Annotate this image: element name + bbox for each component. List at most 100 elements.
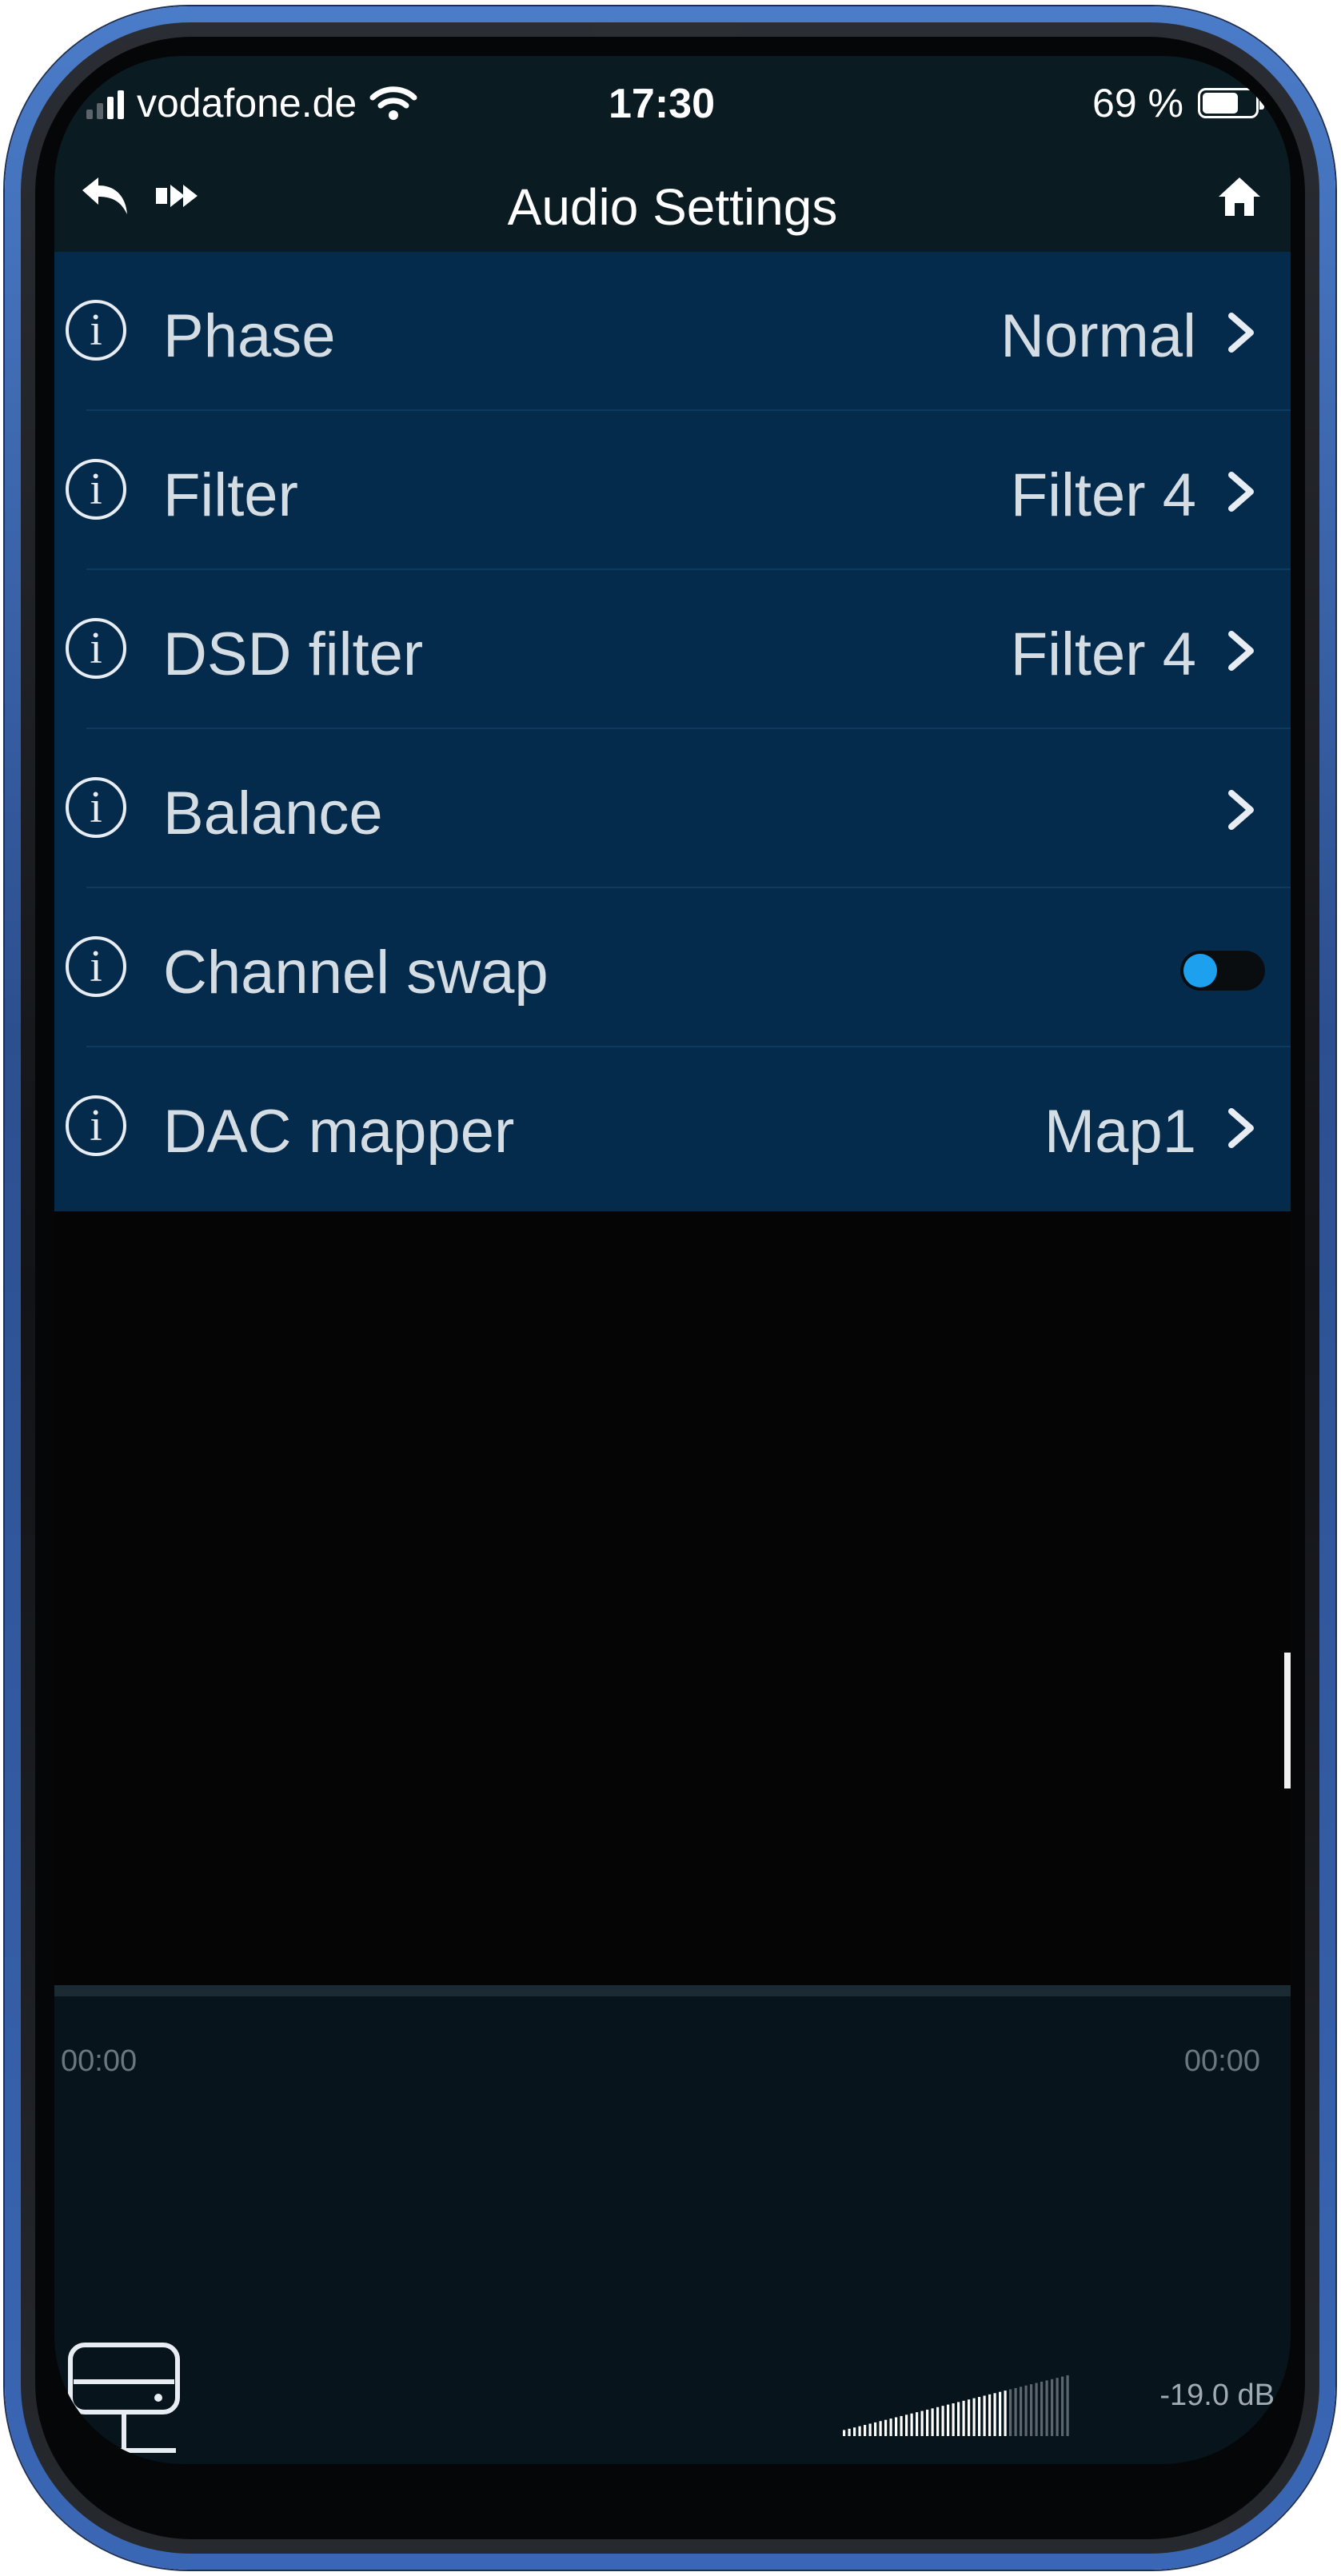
volume-bar: [1066, 2375, 1069, 2436]
volume-bar: [947, 2404, 950, 2436]
info-icon[interactable]: i: [66, 300, 126, 361]
chevron-right-icon: [1228, 472, 1254, 512]
wifi-icon: [369, 86, 417, 120]
volume-bar: [941, 2406, 944, 2436]
setting-row-filter[interactable]: i Filter Filter 4: [54, 411, 1291, 570]
volume-bar: [1035, 2383, 1038, 2436]
network-device-icon[interactable]: [64, 2339, 184, 2464]
elapsed-time: 00:00: [61, 2044, 138, 2078]
volume-bar: [972, 2398, 976, 2436]
forward-button[interactable]: [149, 168, 205, 224]
info-icon[interactable]: i: [66, 459, 126, 520]
volume-bar: [999, 2391, 1002, 2436]
home-button[interactable]: [1209, 166, 1270, 227]
status-left: vodafone.de: [86, 80, 417, 126]
info-icon[interactable]: i: [66, 1095, 126, 1156]
back-button[interactable]: [77, 168, 133, 224]
back-arrow-icon: [82, 177, 127, 214]
nav-bar: Audio Settings: [54, 144, 1291, 252]
info-icon[interactable]: i: [66, 777, 126, 838]
volume-bar: [905, 2415, 908, 2436]
speaker-grille: [590, 24, 742, 37]
battery-icon: [1198, 88, 1264, 118]
info-icon[interactable]: i: [66, 936, 126, 997]
setting-label: Channel swap: [163, 939, 549, 1007]
status-bar: vodafone.de 17:30 69 %: [54, 56, 1291, 144]
chevron-right-icon: [1228, 1108, 1254, 1148]
carrier-name: vodafone.de: [137, 81, 357, 126]
volume-bar: [864, 2425, 867, 2436]
setting-label: Balance: [163, 780, 383, 847]
volume-bar: [884, 2419, 888, 2436]
volume-bar: [1061, 2376, 1064, 2436]
volume-bar: [868, 2423, 872, 2436]
forward-icon: [156, 185, 198, 207]
volume-bar: [1045, 2380, 1048, 2436]
volume-bar: [978, 2397, 981, 2436]
chevron-right-icon: [1228, 790, 1254, 830]
volume-bar: [879, 2421, 882, 2436]
signal-icon: [86, 87, 124, 119]
volume-bar: [1056, 2378, 1059, 2436]
volume-bar: [1030, 2384, 1033, 2436]
volume-bar: [1020, 2387, 1023, 2436]
volume-bar: [983, 2395, 986, 2436]
volume-bar: [1051, 2379, 1054, 2436]
volume-bar: [957, 2402, 960, 2436]
volume-bar: [926, 2409, 929, 2436]
setting-row-balance[interactable]: i Balance: [54, 729, 1291, 888]
settings-list: i Phase Normal i Filter Filter 4 i DSD f…: [54, 252, 1291, 1211]
volume-bar: [1040, 2381, 1044, 2436]
setting-row-dsd-filter[interactable]: i DSD filter Filter 4: [54, 570, 1291, 729]
home-icon: [1219, 177, 1260, 216]
chevron-right-icon: [1228, 631, 1254, 671]
volume-meter[interactable]: [843, 2374, 1075, 2438]
volume-bar: [1024, 2385, 1028, 2436]
volume-bar: [1004, 2391, 1007, 2436]
volume-bar: [916, 2412, 919, 2436]
status-right: 69 %: [1092, 80, 1264, 126]
setting-value: Normal: [1000, 302, 1196, 370]
volume-bar: [962, 2400, 965, 2436]
volume-label: -19.0 dB: [1159, 2379, 1275, 2412]
volume-bar: [936, 2407, 940, 2436]
volume-bar: [874, 2422, 877, 2436]
setting-value: Filter 4: [1010, 620, 1196, 688]
volume-bar: [968, 2399, 971, 2436]
setting-label: DAC mapper: [163, 1098, 515, 1166]
volume-bar: [1014, 2387, 1017, 2436]
volume-bar: [853, 2427, 856, 2436]
status-time: 17:30: [609, 81, 715, 127]
setting-value: Filter 4: [1010, 461, 1196, 529]
chevron-right-icon: [1228, 313, 1254, 353]
info-icon[interactable]: i: [66, 618, 126, 679]
volume-bar: [895, 2417, 898, 2436]
volume-bar: [993, 2393, 996, 2436]
setting-label: DSD filter: [163, 620, 424, 688]
volume-bar: [900, 2415, 903, 2436]
volume-bar: [920, 2411, 924, 2436]
player-panel: 00:00 00:00 -19.0 dB: [54, 1996, 1291, 2464]
page-title: Audio Settings: [507, 178, 838, 236]
volume-bar: [843, 2430, 846, 2436]
remaining-time: 00:00: [1183, 2044, 1260, 2078]
top-area: vodafone.de 17:30 69 % Audio Settings: [54, 56, 1291, 252]
volume-bar: [910, 2413, 913, 2436]
volume-bar: [848, 2428, 851, 2436]
battery-fill: [1203, 93, 1239, 114]
setting-value: Map1: [1044, 1098, 1196, 1166]
volume-bar: [858, 2426, 861, 2436]
setting-row-phase[interactable]: i Phase Normal: [54, 252, 1291, 411]
volume-bar: [889, 2418, 892, 2436]
setting-label: Phase: [163, 302, 336, 370]
volume-bar: [988, 2394, 992, 2436]
channel-swap-toggle[interactable]: [1180, 951, 1265, 991]
progress-track[interactable]: [54, 1985, 1291, 1996]
album-artwork-area: [54, 1211, 1291, 1985]
volume-bar: [931, 2408, 934, 2436]
toggle-knob: [1183, 954, 1217, 987]
phone-screen: vodafone.de 17:30 69 % Audio Settings i …: [54, 56, 1291, 2464]
volume-bar: [952, 2403, 955, 2436]
volume-bar: [1009, 2389, 1012, 2436]
setting-row-dac-mapper[interactable]: i DAC mapper Map1: [54, 1047, 1291, 1206]
